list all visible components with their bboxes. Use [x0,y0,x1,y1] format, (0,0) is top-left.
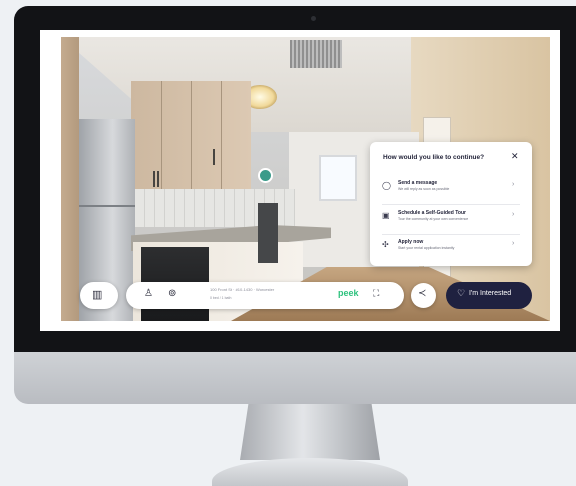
building-button[interactable]: ▥ [80,282,118,309]
fullscreen-icon[interactable]: ⛶ [373,288,379,299]
calendar-icon: ▣ [382,211,390,220]
continue-dialog: How would you like to continue? ✕ ◯ Send… [370,142,532,266]
chevron-right-icon: › [512,181,515,188]
option-apply-now[interactable]: ✣ Apply now Start your rental applicatio… [376,234,526,262]
chevron-right-icon: › [512,240,515,247]
message-icon: ◯ [382,181,391,190]
window [319,155,357,201]
pantry-cabinet [61,37,79,321]
unit-info-bar: ♙ ⊚ 100 Front St · #10-1430 · Worcester … [126,282,404,309]
option-title: Schedule a Self-Guided Tour [398,210,466,216]
share-icon: ≺ [418,288,427,299]
share-button[interactable]: ≺ [411,283,436,308]
im-interested-label: I'm Interested [469,290,512,297]
option-schedule-tour[interactable]: ▣ Schedule a Self-Guided Tour Tour the c… [376,205,526,233]
close-icon[interactable]: ✕ [511,151,519,162]
heart-icon: ♡ [457,288,466,298]
building-icon: ▥ [92,289,103,301]
option-title: Apply now [398,239,424,245]
monitor-chin [14,352,576,404]
brand-logo: peek [338,288,359,298]
monitor-stand-neck [240,404,380,460]
location-pin-icon[interactable]: ⊚ [168,288,176,299]
dialog-title: How would you like to continue? [383,154,485,161]
unit-beds-baths: 0 bed / 1 bath [210,296,232,300]
cabinet-seam [191,81,192,189]
refrigerator-seam [79,205,135,207]
user-icon[interactable]: ♙ [144,288,153,299]
ceiling-vent [290,40,342,68]
cabinet-handle [157,171,159,187]
unit-address: 100 Front St · #10-1430 · Worcester [210,287,275,292]
option-send-message[interactable]: ◯ Send a message We will reply as soon a… [376,175,526,203]
webcam-dot [311,16,316,21]
cabinet-handle [153,171,155,187]
option-subtitle: We will reply as soon as possible [398,187,450,191]
tour-navigation-hotspot[interactable] [258,168,273,183]
chevron-right-icon: › [512,211,515,218]
option-title: Send a message [398,180,438,186]
cabinet-seam [161,81,162,189]
stove [258,203,278,263]
option-subtitle: Tour the community at your own convenien… [398,217,469,221]
option-subtitle: Start your rental application instantly [398,246,455,250]
apply-icon: ✣ [382,240,389,249]
cabinet-seam [221,81,222,189]
cabinet-handle [213,149,215,165]
im-interested-button[interactable]: ♡ I'm Interested [446,282,532,309]
monitor-stand-base [212,458,408,486]
